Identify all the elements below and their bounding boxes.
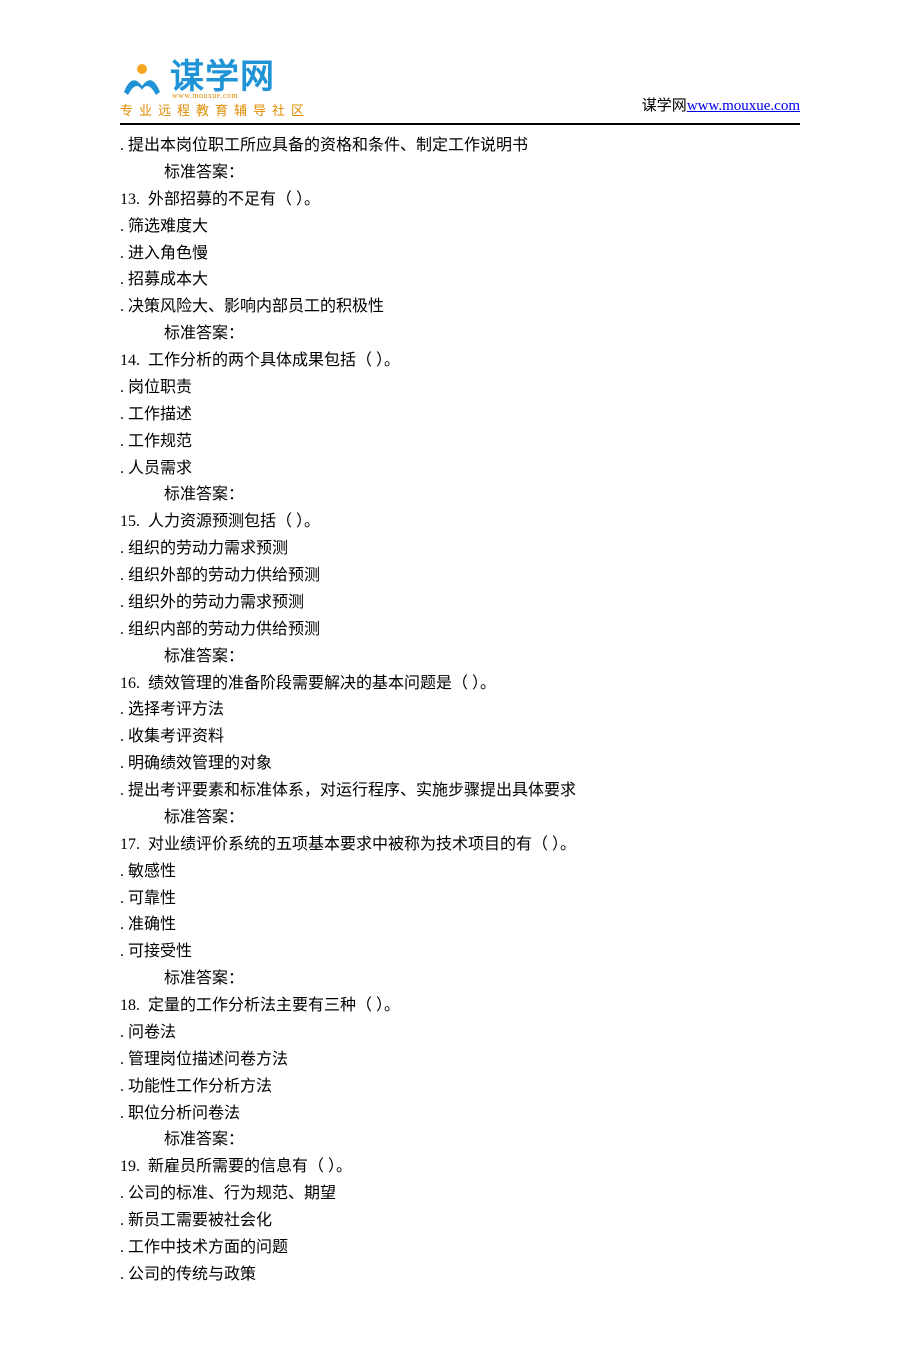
header-right-prefix: 谋学网 <box>642 98 687 114</box>
text-line: . 岗位职责 <box>120 375 800 402</box>
text-line: 标准答案： <box>120 160 800 187</box>
text-line: . 进入角色慢 <box>120 241 800 268</box>
text-line: 19. 新雇员所需要的信息有（ ）。 <box>120 1154 800 1181</box>
text-line: . 公司的标准、行为规范、期望 <box>120 1181 800 1208</box>
logo-main-text: 谋学网 <box>170 60 275 94</box>
text-line: . 职位分析问卷法 <box>120 1101 800 1128</box>
text-line: 15. 人力资源预测包括（ ）。 <box>120 509 800 536</box>
text-line: 14. 工作分析的两个具体成果包括（ ）。 <box>120 348 800 375</box>
text-line: 标准答案： <box>120 644 800 671</box>
logo-top-row: 谋学网 www.mouxue.com <box>120 60 310 100</box>
text-line: . 提出本岗位职工所应具备的资格和条件、制定工作说明书 <box>120 133 800 160</box>
text-line: . 工作规范 <box>120 429 800 456</box>
text-line: . 人员需求 <box>120 456 800 483</box>
text-line: 标准答案： <box>120 1127 800 1154</box>
text-line: . 新员工需要被社会化 <box>120 1208 800 1235</box>
text-line: . 招募成本大 <box>120 267 800 294</box>
text-line: . 组织外的劳动力需求预测 <box>120 590 800 617</box>
text-line: 16. 绩效管理的准备阶段需要解决的基本问题是（ ）。 <box>120 671 800 698</box>
text-line: . 工作中技术方面的问题 <box>120 1235 800 1262</box>
logo-text-wrap: 谋学网 www.mouxue.com <box>170 60 275 100</box>
text-line: . 可靠性 <box>120 886 800 913</box>
text-line: . 组织内部的劳动力供给预测 <box>120 617 800 644</box>
text-line: . 组织外部的劳动力供给预测 <box>120 563 800 590</box>
text-line: . 明确绩效管理的对象 <box>120 751 800 778</box>
text-line: . 选择考评方法 <box>120 697 800 724</box>
text-line: . 组织的劳动力需求预测 <box>120 536 800 563</box>
header-link[interactable]: www.mouxue.com <box>687 98 800 114</box>
text-line: . 决策风险大、影响内部员工的积极性 <box>120 294 800 321</box>
text-line: . 公司的传统与政策 <box>120 1262 800 1289</box>
document-body: . 提出本岗位职工所应具备的资格和条件、制定工作说明书标准答案：13. 外部招募… <box>120 133 800 1289</box>
text-line: . 工作描述 <box>120 402 800 429</box>
logo-icon <box>120 62 164 98</box>
text-line: . 管理岗位描述问卷方法 <box>120 1047 800 1074</box>
text-line: . 功能性工作分析方法 <box>120 1074 800 1101</box>
text-line: 标准答案： <box>120 321 800 348</box>
text-line: . 问卷法 <box>120 1020 800 1047</box>
text-line: 标准答案： <box>120 805 800 832</box>
page-header: 谋学网 www.mouxue.com 专业远程教育辅导社区 谋学网www.mou… <box>120 60 800 125</box>
text-line: 17. 对业绩评价系统的五项基本要求中被称为技术项目的有（ ）。 <box>120 832 800 859</box>
text-line: . 可接受性 <box>120 939 800 966</box>
text-line: 标准答案： <box>120 482 800 509</box>
header-right: 谋学网www.mouxue.com <box>642 94 800 117</box>
logo-subtitle: 专业远程教育辅导社区 <box>120 104 310 117</box>
text-line: . 筛选难度大 <box>120 214 800 241</box>
text-line: 13. 外部招募的不足有（ ）。 <box>120 187 800 214</box>
text-line: 标准答案： <box>120 966 800 993</box>
text-line: . 准确性 <box>120 912 800 939</box>
logo: 谋学网 www.mouxue.com 专业远程教育辅导社区 <box>120 60 310 117</box>
page: 谋学网 www.mouxue.com 专业远程教育辅导社区 谋学网www.mou… <box>0 0 920 1369</box>
text-line: . 收集考评资料 <box>120 724 800 751</box>
text-line: 18. 定量的工作分析法主要有三种（ ）。 <box>120 993 800 1020</box>
text-line: . 提出考评要素和标准体系，对运行程序、实施步骤提出具体要求 <box>120 778 800 805</box>
text-line: . 敏感性 <box>120 859 800 886</box>
